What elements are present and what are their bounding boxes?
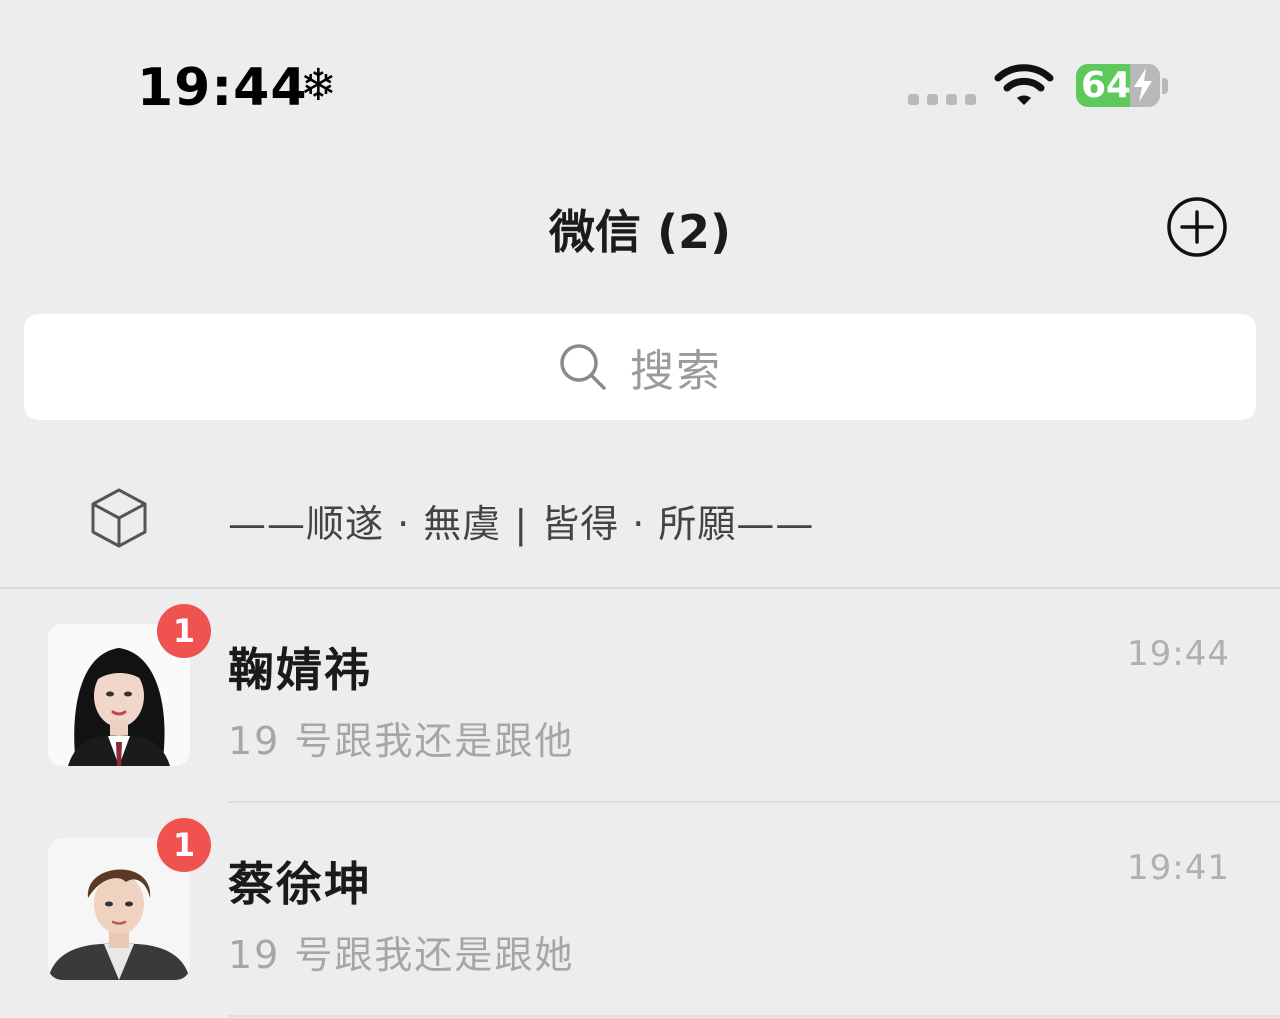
- chat-time: 19:44: [1127, 634, 1230, 674]
- wifi-icon: [994, 64, 1054, 105]
- chat-time: 19:41: [1127, 848, 1230, 888]
- search-placeholder: 搜索: [630, 346, 722, 397]
- search-icon: [560, 344, 606, 390]
- status-time: 19:44: [137, 58, 308, 118]
- plus-circle-icon[interactable]: [1166, 196, 1228, 258]
- battery-cap: [1162, 78, 1168, 94]
- cube-icon: [91, 488, 147, 548]
- battery-level: 64: [1081, 65, 1132, 106]
- chat-name: 蔡徐坤: [228, 857, 372, 911]
- chat-message: 19 号跟我还是跟他: [228, 719, 575, 763]
- snowflake-icon: ❄: [300, 60, 337, 111]
- cellular-signal-icon: [908, 94, 976, 105]
- status-text: ——顺遂 · 無虞 | 皆得 · 所願——: [228, 502, 815, 546]
- status-bar: 19:44 ❄ 64: [0, 0, 1280, 150]
- page-title: 微信 (2): [548, 205, 732, 259]
- search-input[interactable]: 搜索: [24, 314, 1256, 420]
- chat-name: 鞠婧祎: [228, 643, 372, 697]
- divider: [228, 1015, 1280, 1017]
- unread-badge: 1: [157, 818, 211, 872]
- battery-icon: 64: [1076, 64, 1160, 107]
- unread-badge: 1: [157, 604, 211, 658]
- chat-message: 19 号跟我还是跟她: [228, 933, 575, 977]
- charging-bolt-icon: [1134, 68, 1152, 102]
